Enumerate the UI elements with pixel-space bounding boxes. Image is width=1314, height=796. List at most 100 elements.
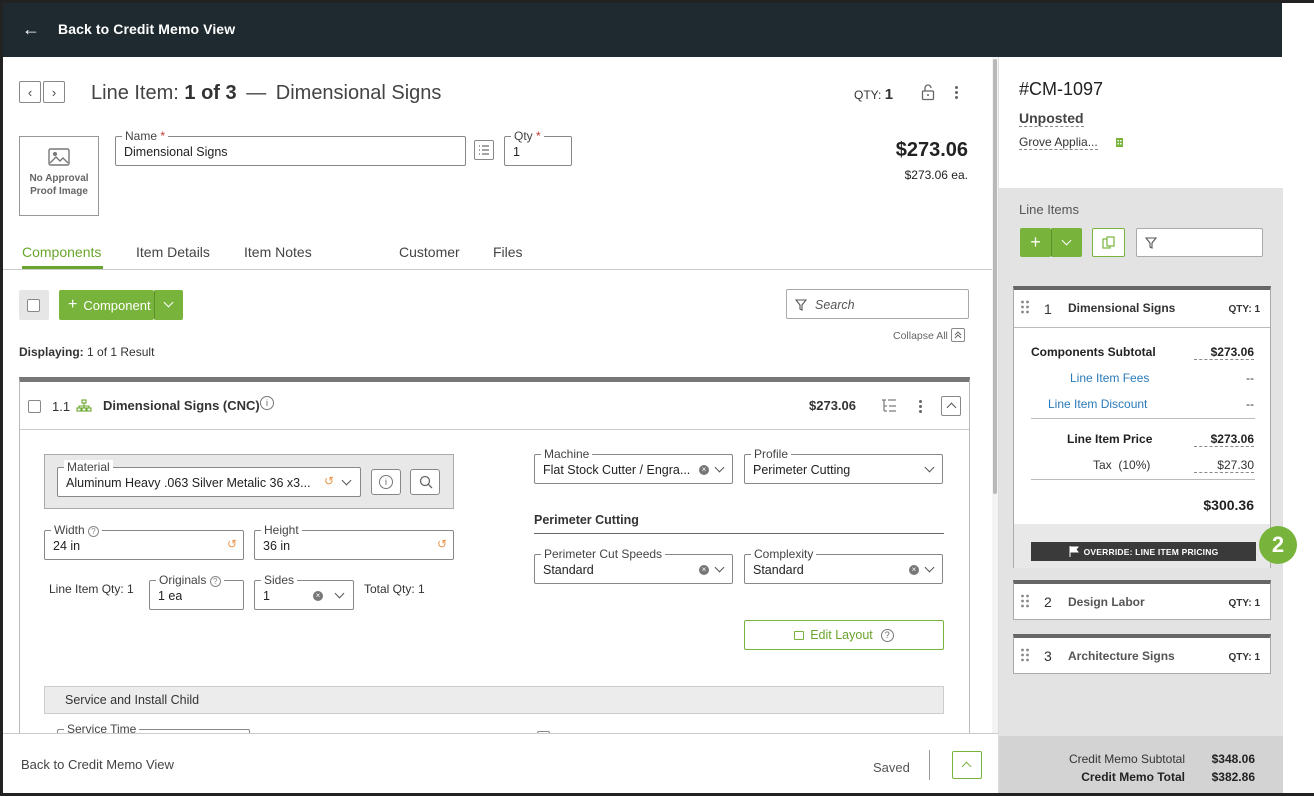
chevron-down-icon [334,588,345,599]
machine-select[interactable]: Machine Flat Stock Cutter / Engra... × [534,447,733,484]
add-line-item-dropdown[interactable] [1051,228,1082,257]
next-item-button[interactable]: › [43,81,65,103]
add-component-button[interactable]: + Component [59,290,154,320]
flag-icon [1069,546,1079,557]
line-item-card-2[interactable]: 2 Design Labor QTY: 1 [1013,580,1271,620]
select-all-checkbox[interactable] [27,299,40,312]
line-item-card-3[interactable]: 3 Architecture Signs QTY: 1 [1013,634,1271,674]
tab-files[interactable]: Files [493,244,523,260]
profile-select[interactable]: Profile Perimeter Cutting [744,447,943,484]
copy-icon [1102,236,1115,249]
drag-handle-icon[interactable] [1020,594,1030,608]
approval-proof-image[interactable]: No Approval Proof Image [19,136,99,216]
clear-icon[interactable]: × [699,565,709,575]
width-field[interactable]: Width ? 24 in ↺ [44,523,244,560]
reset-icon[interactable]: ↺ [437,537,447,551]
step-number-badge: 2 [1259,526,1297,564]
service-section-header: Service and Install Child [44,686,944,714]
line-item-card-1[interactable]: 1 Dimensional Signs QTY: 1 Components Su… [1013,286,1271,568]
clear-icon[interactable]: × [313,591,323,601]
chevron-down-icon [714,562,725,573]
reset-icon[interactable]: ↺ [227,537,237,551]
complexity-select[interactable]: Complexity Standard × [744,547,943,584]
unlock-icon[interactable] [921,83,935,101]
name-field-label: Name * [122,129,169,143]
line-items-filter-input[interactable] [1136,228,1263,257]
edit-layout-button[interactable]: Edit Layout ? [744,620,944,650]
memo-number: #CM-1097 [1019,79,1104,99]
profile-label: Profile [751,447,792,461]
material-info-button[interactable]: i [371,469,401,495]
override-pricing-banner[interactable]: OVERRIDE: LINE ITEM PRICING [1031,542,1256,561]
scroll-top-button[interactable] [952,751,982,779]
line-item-discount-link[interactable]: Line Item Discount [1048,397,1147,411]
summary-divider [1031,479,1255,480]
add-line-item-button[interactable]: + [1020,228,1051,257]
help-icon[interactable]: ? [209,576,221,587]
back-to-memo-link[interactable]: Back to Credit Memo View [58,21,235,37]
machine-label: Machine [541,447,593,461]
component-checkbox[interactable] [28,400,41,413]
help-icon[interactable]: ? [88,526,100,537]
prev-item-button[interactable]: ‹ [19,81,41,103]
height-field[interactable]: Height 36 in ↺ [254,523,454,560]
collapse-component-button[interactable] [941,396,961,416]
tab-components[interactable]: Components [22,244,101,260]
line-item-qty: QTY: 1 [1228,652,1260,663]
tab-item-details[interactable]: Item Details [136,244,210,260]
memo-customer[interactable]: Grove Applia... [1019,135,1098,150]
component-price: $273.06 [809,398,856,413]
footer-bar: Back to Credit Memo View Saved [3,733,998,793]
add-component-dropdown[interactable] [154,290,183,320]
search-input[interactable]: Search [786,289,969,319]
memo-totals: Credit Memo Subtotal $348.06 Credit Memo… [999,736,1283,796]
clear-icon[interactable]: × [699,465,709,475]
chevron-up-icon [946,402,957,413]
footer-divider [929,750,930,780]
filter-icon [795,299,807,311]
edit-layout-label: Edit Layout [810,628,873,642]
clear-icon[interactable]: × [909,565,919,575]
tab-item-notes[interactable]: Item Notes [244,244,312,260]
profile-value: Perimeter Cutting [753,463,851,477]
material-group: Material Aluminum Heavy .063 Silver Meta… [44,454,454,509]
height-value: 36 in [263,539,291,553]
help-icon[interactable]: ? [880,628,894,642]
line-item-name: Dimensional Signs [275,82,442,104]
sides-select[interactable]: Sides 1 × [254,573,354,610]
originals-value: 1 ea [158,589,183,603]
scrollbar-thumb[interactable] [993,59,997,494]
reset-icon[interactable]: ↺ [324,474,334,488]
collapse-all-link[interactable]: Collapse All [893,330,948,342]
material-search-button[interactable] [410,469,440,495]
layout-icon [794,630,805,640]
qty-field[interactable]: Qty * 1 [504,129,572,166]
originals-field[interactable]: Originals ? 1 ea [149,573,244,610]
list-icon[interactable] [474,140,494,160]
line-item-discount-value: -- [1246,397,1254,411]
line-item-number: 1 [1044,301,1052,317]
height-label: Height [261,523,302,537]
info-icon[interactable]: i [260,396,274,410]
name-input-value[interactable]: Dimensional Signs [124,145,228,159]
chevron-down-icon [341,475,352,486]
memo-subtotal-label: Credit Memo Subtotal [1068,752,1185,766]
more-options-icon[interactable] [953,84,959,101]
back-arrow-icon[interactable]: ← [22,20,40,38]
qty-input-value[interactable]: 1 [513,145,520,159]
tab-customer[interactable]: Customer [399,244,460,260]
memo-status[interactable]: Unposted [1019,110,1084,127]
material-select[interactable]: Material Aluminum Heavy .063 Silver Meta… [57,460,361,497]
chevron-down-icon [924,462,935,473]
cut-speeds-select[interactable]: Perimeter Cut Speeds Standard × [534,547,733,584]
name-field[interactable]: Name * Dimensional Signs [115,129,466,166]
drag-handle-icon[interactable] [1020,300,1030,314]
footer-back-link[interactable]: Back to Credit Memo View [21,757,174,772]
component-more-icon[interactable] [917,398,923,415]
line-item-fees-link[interactable]: Line Item Fees [1070,371,1149,385]
collapse-all-icon[interactable] [951,328,965,342]
tree-list-icon[interactable] [881,398,897,414]
tax-label: Tax (10%) [1093,458,1151,472]
copy-line-items-button[interactable] [1092,228,1125,257]
drag-handle-icon[interactable] [1020,648,1030,662]
